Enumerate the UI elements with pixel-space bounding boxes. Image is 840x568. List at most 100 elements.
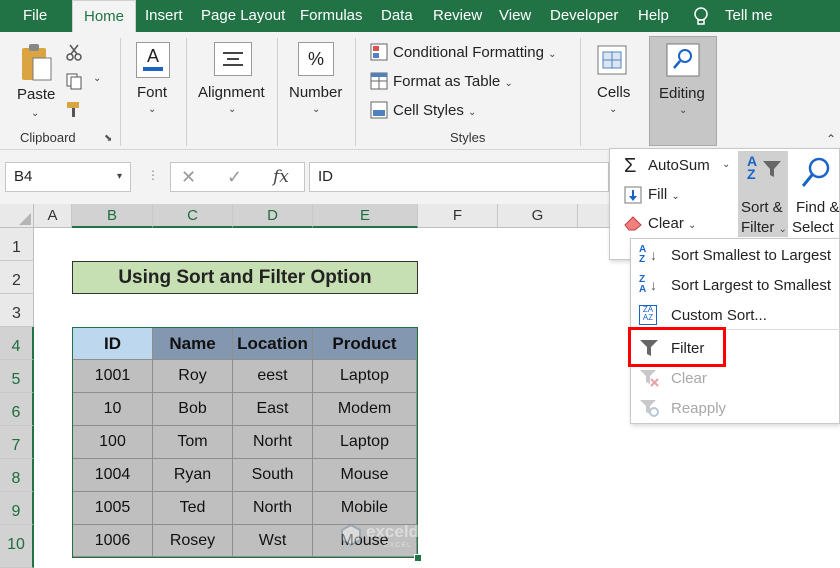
table-cell[interactable]: Mobile bbox=[313, 492, 417, 525]
tab-view[interactable]: View bbox=[499, 0, 531, 32]
table-header-cell[interactable]: ID bbox=[73, 328, 153, 360]
table-cell[interactable]: 100 bbox=[73, 426, 153, 459]
format-painter-icon[interactable] bbox=[65, 100, 83, 118]
sort-az-icon: AZ bbox=[747, 153, 758, 182]
table-cell[interactable]: Mouse bbox=[313, 459, 417, 492]
table-header-cell[interactable]: Name bbox=[153, 328, 233, 360]
sort-filter-button[interactable]: AZ Sort & Filter ⌄ bbox=[738, 151, 788, 237]
table-cell[interactable]: 1005 bbox=[73, 492, 153, 525]
alignment-chevron-icon[interactable]: ⌄ bbox=[228, 104, 236, 115]
row-header-10[interactable]: 10 bbox=[0, 525, 34, 568]
tab-page-layout[interactable]: Page Layout bbox=[201, 0, 285, 32]
paste-chevron-icon[interactable]: ⌄ bbox=[31, 108, 39, 119]
tab-data[interactable]: Data bbox=[381, 0, 413, 32]
column-header-d[interactable]: D bbox=[233, 204, 313, 228]
table-cell[interactable]: North bbox=[233, 492, 313, 525]
table-cell[interactable]: Wst bbox=[233, 525, 313, 557]
cancel-icon[interactable]: ✕ bbox=[181, 163, 196, 191]
autosum-button[interactable]: AutoSum bbox=[648, 157, 710, 174]
table-cell[interactable]: Bob bbox=[153, 393, 233, 426]
cut-icon[interactable] bbox=[65, 44, 83, 62]
tab-help[interactable]: Help bbox=[638, 0, 669, 32]
font-button[interactable]: Font bbox=[137, 84, 167, 101]
column-header-e[interactable]: E bbox=[313, 204, 418, 228]
fill-button[interactable]: Fill ⌄ bbox=[648, 186, 680, 203]
table-cell[interactable]: Modem bbox=[313, 393, 417, 426]
lightbulb-icon bbox=[694, 7, 708, 25]
row-header-6[interactable]: 6 bbox=[0, 393, 34, 426]
select-all-corner[interactable] bbox=[0, 204, 34, 228]
font-chevron-icon[interactable]: ⌄ bbox=[148, 104, 156, 115]
custom-sort[interactable]: Custom Sort... bbox=[671, 307, 767, 324]
tab-developer[interactable]: Developer bbox=[550, 0, 618, 32]
sheet-title[interactable]: Using Sort and Filter Option bbox=[72, 261, 418, 294]
editing-button[interactable]: Editing ⌄ bbox=[649, 36, 717, 146]
table-cell[interactable]: 1001 bbox=[73, 360, 153, 393]
row-header-5[interactable]: 5 bbox=[0, 360, 34, 393]
sort-smallest-to-largest[interactable]: Sort Smallest to Largest bbox=[671, 247, 831, 264]
tab-insert[interactable]: Insert bbox=[145, 0, 183, 32]
fill-handle[interactable] bbox=[414, 554, 422, 562]
column-header-b[interactable]: B bbox=[72, 204, 153, 228]
alignment-button[interactable]: Alignment bbox=[198, 84, 265, 101]
cells-button[interactable]: Cells bbox=[597, 84, 630, 101]
collapse-ribbon-icon[interactable]: ⌃ bbox=[826, 132, 836, 146]
exceldemy-logo-icon bbox=[341, 524, 361, 546]
row-header-2[interactable]: 2 bbox=[0, 261, 34, 294]
row-header-7[interactable]: 7 bbox=[0, 426, 34, 459]
table-cell[interactable]: 1004 bbox=[73, 459, 153, 492]
row-header-9[interactable]: 9 bbox=[0, 492, 34, 525]
tab-review[interactable]: Review bbox=[433, 0, 482, 32]
name-box[interactable]: B4 ▾ bbox=[5, 162, 131, 192]
paste-button[interactable]: Paste bbox=[17, 86, 55, 103]
table-cell[interactable]: Norht bbox=[233, 426, 313, 459]
number-chevron-icon[interactable]: ⌄ bbox=[312, 104, 320, 115]
tab-file[interactable]: File bbox=[23, 0, 47, 32]
table-cell[interactable]: Tom bbox=[153, 426, 233, 459]
more-icon: ⋮ bbox=[147, 168, 159, 182]
cells-chevron-icon[interactable]: ⌄ bbox=[609, 104, 617, 115]
column-header-f[interactable]: F bbox=[418, 204, 498, 228]
find-select-label-2[interactable]: Select ⌄ bbox=[792, 219, 840, 236]
table-cell[interactable]: 10 bbox=[73, 393, 153, 426]
autosum-chevron-icon[interactable]: ⌄ bbox=[722, 159, 730, 170]
cell-styles-button[interactable]: Cell Styles ⌄ bbox=[393, 102, 476, 119]
tab-formulas[interactable]: Formulas bbox=[300, 0, 363, 32]
clear-button[interactable]: Clear ⌄ bbox=[648, 215, 696, 232]
column-header-c[interactable]: C bbox=[153, 204, 233, 228]
table-header-cell[interactable]: Location bbox=[233, 328, 313, 360]
number-button[interactable]: Number bbox=[289, 84, 342, 101]
table-cell[interactable]: eest bbox=[233, 360, 313, 393]
format-as-table-button[interactable]: Format as Table ⌄ bbox=[393, 73, 513, 90]
tab-home[interactable]: Home bbox=[72, 0, 136, 34]
table-cell[interactable]: South bbox=[233, 459, 313, 492]
row-header-8[interactable]: 8 bbox=[0, 459, 34, 492]
table-cell[interactable]: Laptop bbox=[313, 426, 417, 459]
sort-largest-to-smallest[interactable]: Sort Largest to Smallest bbox=[671, 277, 831, 294]
find-select-label-1[interactable]: Find & bbox=[796, 199, 839, 216]
table-header-cell[interactable]: Product bbox=[313, 328, 417, 360]
tab-tell-me[interactable]: Tell me bbox=[725, 0, 773, 32]
table-cell[interactable]: Rosey bbox=[153, 525, 233, 557]
editing-chevron-icon: ⌄ bbox=[679, 105, 688, 116]
dialog-launcher-icon[interactable]: ⬊ bbox=[104, 133, 112, 144]
insert-function-icon[interactable]: fx bbox=[273, 163, 289, 191]
table-cell[interactable]: Laptop bbox=[313, 360, 417, 393]
table-cell[interactable]: Ted bbox=[153, 492, 233, 525]
copy-chevron-icon[interactable]: ⌄ bbox=[93, 73, 101, 84]
row-header-3[interactable]: 3 bbox=[0, 294, 34, 327]
column-header-a[interactable]: A bbox=[34, 204, 72, 228]
table-cell[interactable]: East bbox=[233, 393, 313, 426]
conditional-formatting-button[interactable]: Conditional Formatting ⌄ bbox=[393, 44, 556, 61]
table-cell[interactable]: 1006 bbox=[73, 525, 153, 557]
watermark: exceldemy EXCEL · DATA · BI bbox=[340, 522, 510, 552]
formula-input[interactable]: ID bbox=[309, 162, 609, 192]
column-header-g[interactable]: G bbox=[498, 204, 578, 228]
table-cell[interactable]: Roy bbox=[153, 360, 233, 393]
table-cell[interactable]: Ryan bbox=[153, 459, 233, 492]
row-header-1[interactable]: 1 bbox=[0, 228, 34, 261]
filter-highlight-box bbox=[628, 327, 726, 367]
copy-icon[interactable] bbox=[65, 72, 83, 90]
enter-icon[interactable]: ✓ bbox=[227, 163, 242, 191]
row-header-4[interactable]: 4 bbox=[0, 327, 34, 360]
